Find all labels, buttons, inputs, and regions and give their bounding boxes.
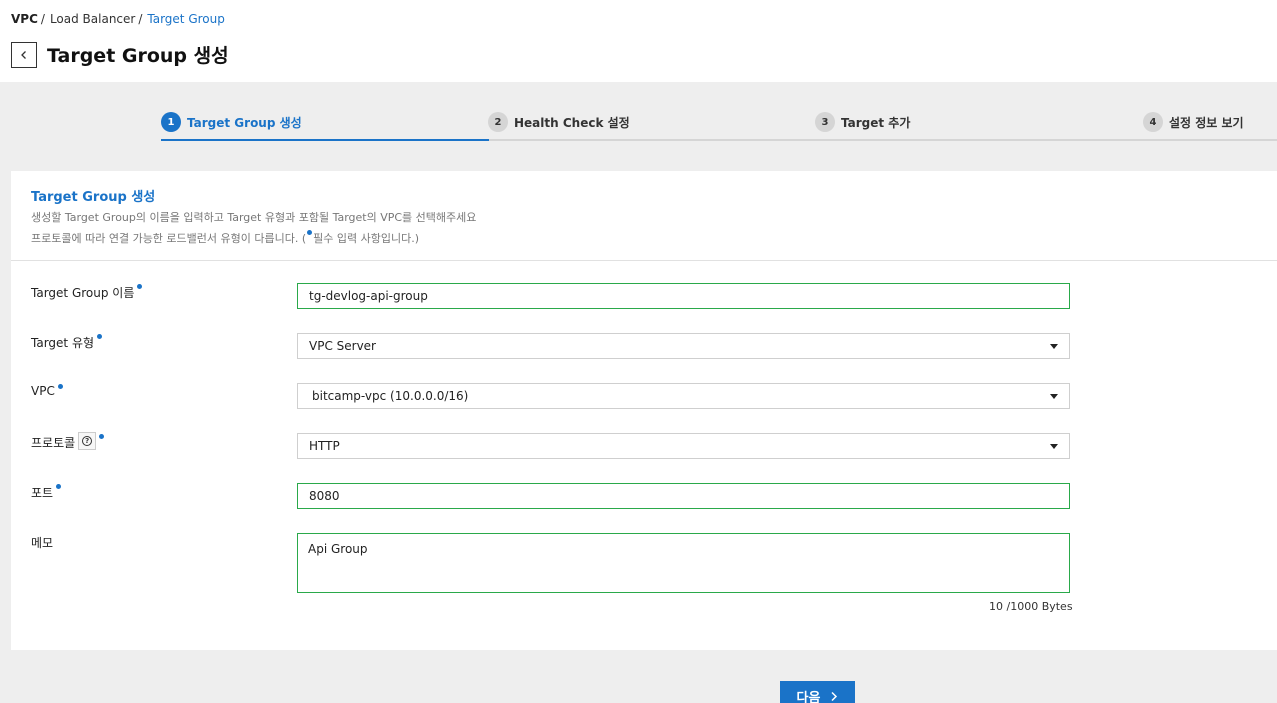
selected-value: HTTP: [309, 439, 340, 453]
step-label: Target Group 생성: [187, 115, 302, 130]
note-prefix: 프로토콜에 따라 연결 가능한 로드밸런서 유형이 다릅니다. (: [31, 232, 307, 245]
required-indicator: [56, 484, 62, 489]
step-number: 4: [1143, 112, 1163, 132]
port-input[interactable]: 8080: [297, 483, 1070, 509]
memo-textarea[interactable]: Api Group: [297, 533, 1070, 593]
name-label: Target Group 이름: [31, 284, 143, 301]
caret-down-icon: [1050, 443, 1058, 449]
note-suffix: 필수 입력 사항입니다.): [313, 232, 420, 245]
target-type-select[interactable]: VPC Server: [297, 333, 1070, 359]
chevron-left-icon: [21, 51, 26, 59]
breadcrumb: VPC / Load Balancer / Target Group: [11, 12, 225, 26]
step-label: 설정 정보 보기: [1169, 115, 1244, 130]
section-title: Target Group 생성: [31, 190, 156, 205]
step-review[interactable]: 4 설정 정보 보기: [1143, 112, 1244, 132]
step-target-group[interactable]: 1 Target Group 생성: [161, 112, 302, 132]
page-title: Target Group 생성: [47, 45, 229, 67]
breadcrumb-separator: /: [40, 12, 45, 26]
target-group-name-input[interactable]: tg-devlog-api-group: [297, 283, 1070, 309]
breadcrumb-vpc[interactable]: VPC: [11, 12, 38, 26]
section-header: Target Group 생성 생성할 Target Group의 이름을 입력…: [11, 171, 1277, 261]
page-header: VPC / Load Balancer / Target Group Target Gr…: [0, 0, 1277, 82]
question-circle-icon: ?: [82, 436, 93, 446]
step-health-check[interactable]: 2 Health Check 설정: [488, 112, 630, 132]
label-text: 프로토콜: [31, 436, 76, 450]
step-label: Health Check 설정: [514, 115, 630, 130]
label-text: Target 유형: [31, 336, 95, 350]
required-indicator: [57, 384, 63, 389]
protocol-label: 프로토콜 ?: [31, 432, 105, 451]
port-label: 포트: [31, 484, 62, 501]
chevron-right-icon: [831, 691, 838, 701]
required-indicator: [99, 434, 105, 439]
protocol-select[interactable]: HTTP: [297, 433, 1070, 459]
section-description: 생성할 Target Group의 이름을 입력하고 Target 유형과 포함…: [31, 211, 477, 224]
step-label: Target 추가: [841, 115, 911, 130]
next-button[interactable]: 다음: [780, 681, 855, 703]
label-text: 포트: [31, 486, 54, 500]
step-number: 3: [815, 112, 835, 132]
breadcrumb-separator: /: [138, 12, 143, 26]
label-text: VPC: [31, 384, 55, 398]
form-card: Target Group 생성 생성할 Target Group의 이름을 입력…: [11, 171, 1277, 650]
back-button[interactable]: [11, 42, 37, 68]
step-number: 1: [161, 112, 181, 132]
memo-label: 메모: [31, 534, 53, 551]
target-type-label: Target 유형: [31, 334, 103, 351]
wizard-steps: 1 Target Group 생성 2 Health Check 설정 3 Ta…: [161, 108, 1277, 142]
next-label: 다음: [796, 690, 821, 703]
help-button[interactable]: ?: [78, 432, 97, 450]
steps-progress: [161, 139, 489, 141]
required-indicator: [137, 284, 143, 289]
breadcrumb-load-balancer[interactable]: Load Balancer: [50, 12, 135, 26]
label-text: 메모: [31, 536, 54, 550]
section-note: 프로토콜에 따라 연결 가능한 로드밸런서 유형이 다릅니다. ( 필수 입력 사…: [31, 230, 419, 246]
selected-value: VPC Server: [309, 339, 376, 353]
vpc-select[interactable]: bitcamp-vpc (10.0.0.0/16): [297, 383, 1070, 409]
step-number: 2: [488, 112, 508, 132]
caret-down-icon: [1050, 343, 1058, 349]
breadcrumb-target-group[interactable]: Target Group: [147, 12, 224, 26]
required-indicator: [97, 334, 103, 339]
step-add-target[interactable]: 3 Target 추가: [815, 112, 910, 132]
selected-value: bitcamp-vpc (10.0.0.0/16): [312, 389, 469, 403]
byte-counter: 10 /1000 Bytes: [989, 600, 1073, 613]
label-text: Target Group 이름: [31, 286, 135, 300]
caret-down-icon: [1050, 393, 1058, 399]
vpc-label: VPC: [31, 384, 63, 398]
required-indicator: [307, 230, 313, 235]
